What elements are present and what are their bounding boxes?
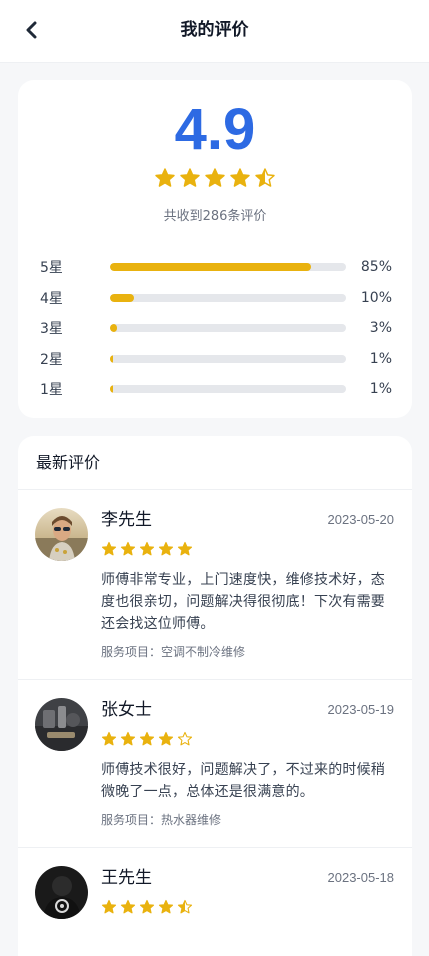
- star-filled-icon: [139, 541, 155, 556]
- review-count: 共收到286条评价: [163, 209, 267, 224]
- distribution-label: 3星: [40, 321, 63, 338]
- reviewer-name: 张女士: [101, 700, 152, 720]
- distribution-bar-track: [110, 324, 346, 333]
- star-filled-icon: [158, 731, 174, 746]
- rating-summary-card: 4.9 共收到286条评价 5星 85% 4星 10% 3星 3% 2星 1% …: [18, 80, 412, 418]
- star-filled-icon: [120, 731, 136, 746]
- divider: [18, 489, 412, 490]
- distribution-label: 4星: [40, 290, 63, 307]
- distribution-bar-track: [110, 293, 346, 302]
- distribution-bar-fill: [110, 385, 113, 394]
- divider: [18, 679, 412, 680]
- star-filled-icon: [139, 899, 155, 914]
- avatar-photo-desk-items: [35, 698, 88, 751]
- distribution-label: 1星: [40, 382, 63, 399]
- star-filled-icon: [120, 541, 136, 556]
- reviewer-name: 王先生: [101, 868, 152, 888]
- distribution-bar-track: [110, 263, 346, 272]
- distribution-bar-fill: [110, 263, 311, 272]
- star-filled-icon: [155, 168, 175, 187]
- distribution-percent: 85%: [360, 259, 392, 276]
- star-filled-icon: [120, 899, 136, 914]
- star-filled-icon: [101, 541, 117, 556]
- star-filled-icon: [177, 541, 193, 556]
- divider: [18, 847, 412, 848]
- star-filled-icon: [101, 731, 117, 746]
- star-filled-icon: [205, 168, 225, 187]
- distribution-percent: 1%: [369, 350, 392, 367]
- page-title: 我的评价: [180, 20, 249, 40]
- star-half-icon: [177, 899, 193, 914]
- avatar: [35, 698, 88, 751]
- service-item: 服务项目：热水器维修: [101, 813, 222, 827]
- average-score: 4.9: [174, 97, 256, 162]
- star-half-icon: [255, 168, 275, 187]
- top-bar: 我的评价: [0, 0, 429, 63]
- distribution-row-5: 5星 85%: [40, 252, 392, 283]
- rating-distribution: 5星 85% 4星 10% 3星 3% 2星 1% 1星 1%: [40, 252, 392, 405]
- star-filled-icon: [139, 731, 155, 746]
- review-text: 师傅技术很好，问题解决了，不过来的时候稍微晚了一点，总体还是很满意的。: [101, 762, 385, 800]
- distribution-row-2: 2星 1%: [40, 344, 392, 375]
- review-date: 2023-05-18: [327, 870, 395, 885]
- distribution-percent: 10%: [360, 289, 392, 306]
- distribution-bar-fill: [110, 324, 118, 333]
- distribution-label: 2星: [40, 351, 63, 368]
- star-filled-icon: [101, 899, 117, 914]
- distribution-row-3: 3星 3%: [40, 313, 392, 344]
- avatar: [35, 508, 88, 561]
- avatar-photo-dark-figure: [35, 866, 88, 919]
- distribution-bar-track: [110, 385, 346, 394]
- avatar: [35, 866, 88, 919]
- review-date: 2023-05-19: [327, 702, 395, 717]
- review-text: 师傅非常专业，上门速度快，维修技术好，态度也很亲切，问题解决得很彻底！下次有需要…: [101, 572, 385, 632]
- star-filled-icon: [158, 899, 174, 914]
- star-filled-icon: [230, 168, 250, 187]
- latest-reviews-card: 最新评价 李先生 2023-05-20 师傅非常专业，上门速度快，维修技术好，态…: [18, 436, 412, 956]
- reviewer-name: 李先生: [101, 510, 152, 530]
- distribution-percent: 1%: [369, 381, 392, 398]
- review-stars: [101, 899, 193, 915]
- review-stars: [101, 731, 193, 747]
- star-filled-icon: [158, 541, 174, 556]
- review-stars: [101, 541, 193, 557]
- distribution-bar-fill: [110, 354, 113, 363]
- review-date: 2023-05-20: [327, 512, 395, 527]
- service-item: 服务项目：空调不制冷维修: [101, 645, 246, 659]
- star-outline-icon: [177, 731, 193, 746]
- distribution-bar-track: [110, 354, 346, 363]
- star-filled-icon: [180, 168, 200, 187]
- section-title: 最新评价: [36, 453, 101, 472]
- distribution-row-4: 4星 10%: [40, 283, 392, 314]
- distribution-percent: 3%: [369, 320, 392, 337]
- avatar-photo-woman-sunglasses: [35, 508, 88, 561]
- distribution-row-1: 1星 1%: [40, 374, 392, 405]
- average-stars: [154, 167, 276, 189]
- distribution-bar-fill: [110, 293, 134, 302]
- distribution-label: 5星: [40, 260, 63, 277]
